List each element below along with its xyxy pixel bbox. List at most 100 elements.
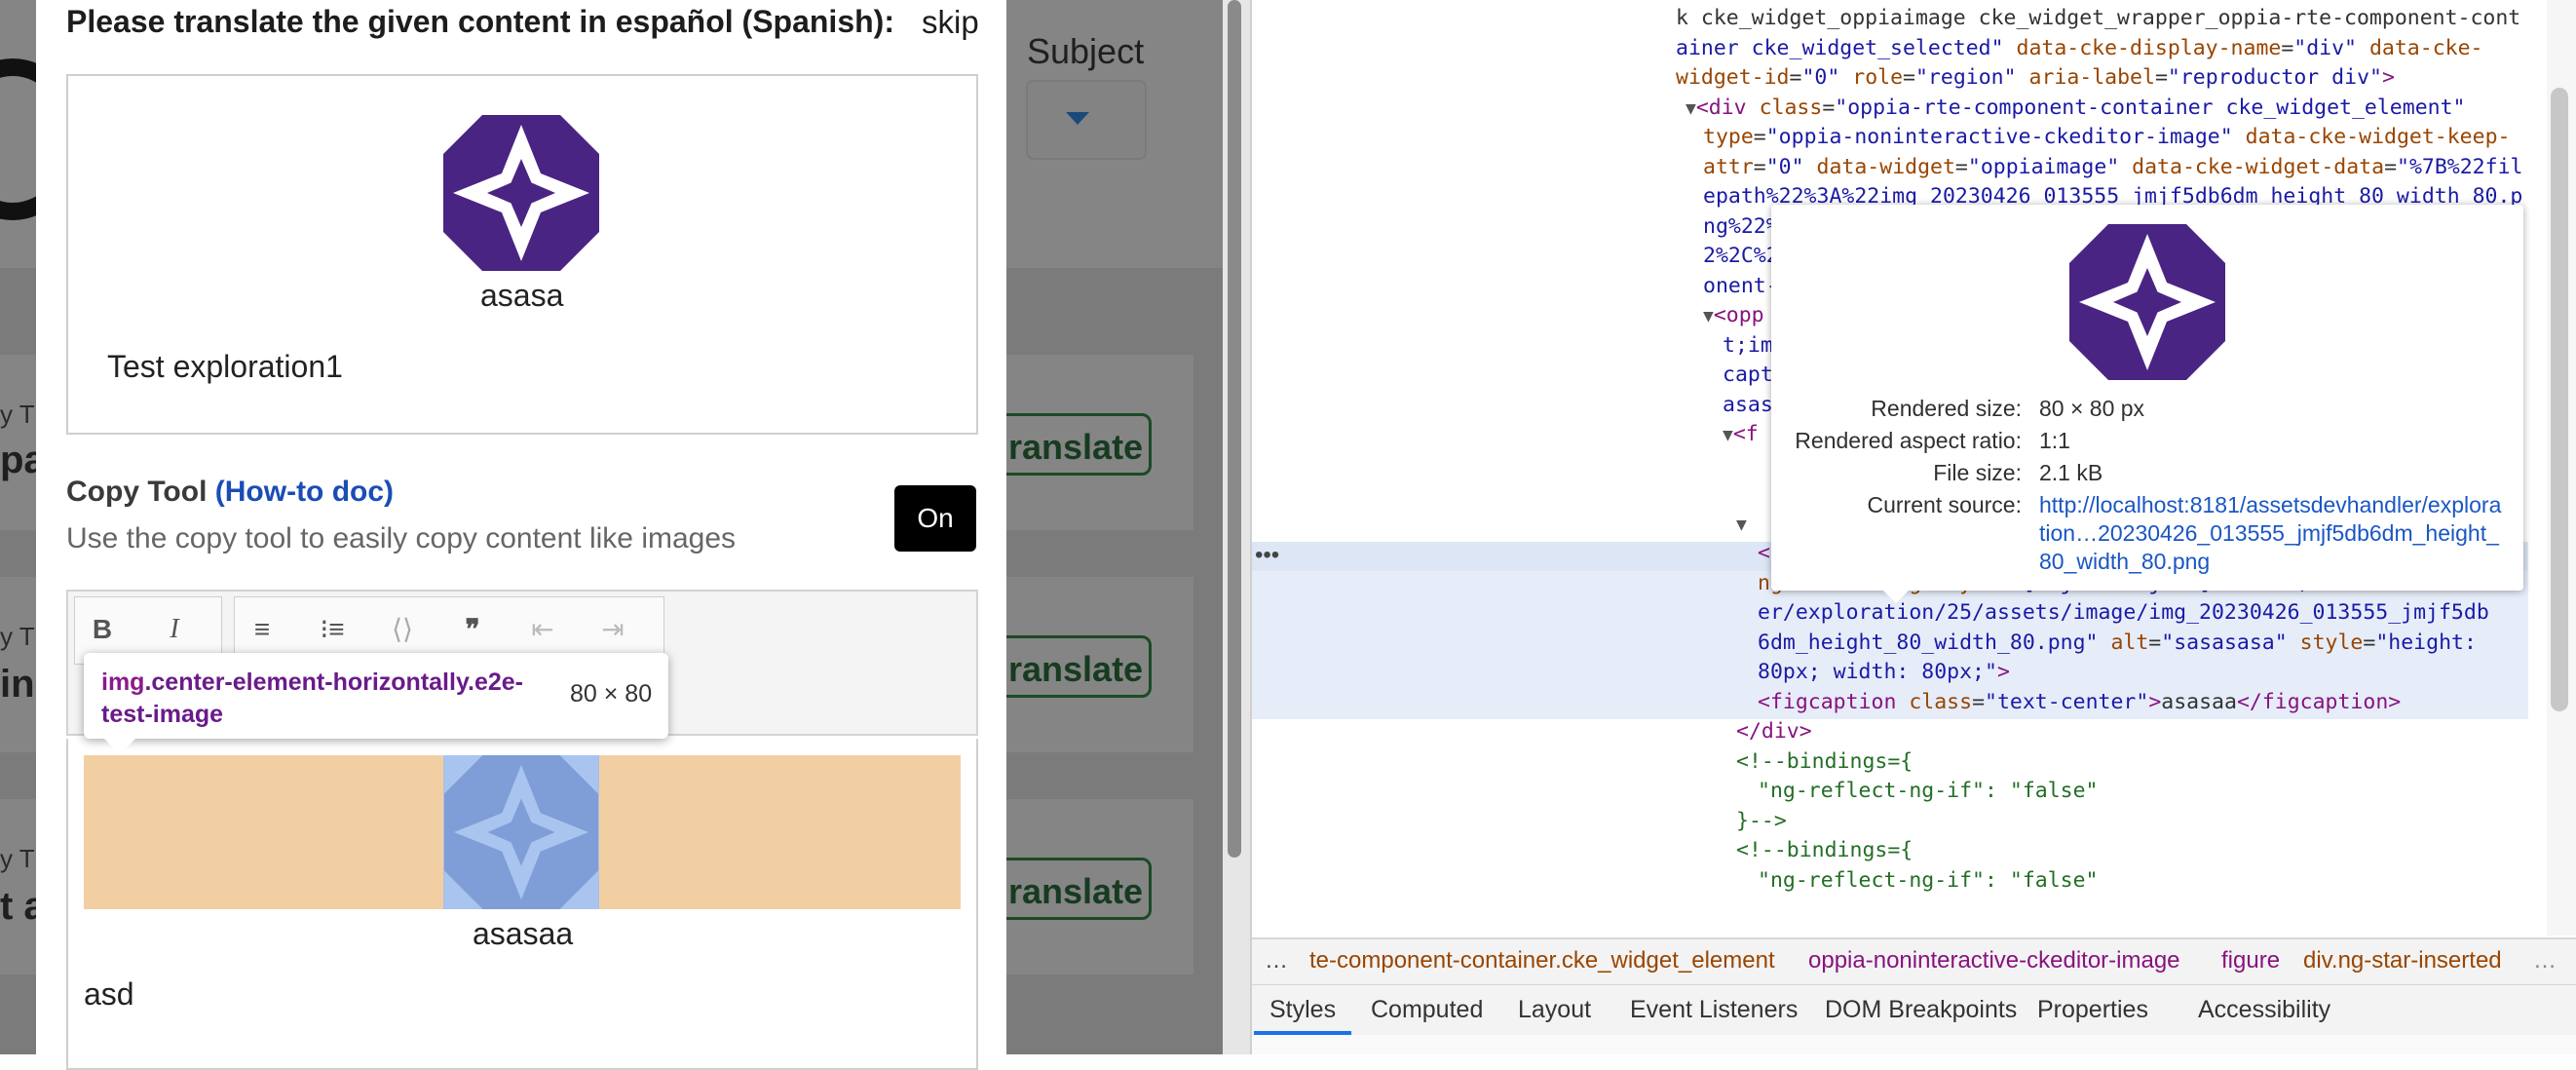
dom-tree-line[interactable]: 6dm_height_80_width_80.png" alt="sasasas… [1758, 629, 2477, 659]
tooltip-arrow [102, 737, 137, 754]
dom-token: 6dm_height_80_width_80.png" [1758, 630, 2099, 655]
dom-token: role [1852, 65, 1904, 90]
dom-token: = [1822, 95, 1836, 120]
dom-tree-line[interactable]: 80px; width: 80px;"> [1758, 658, 2010, 688]
tooltip-tag: img [101, 669, 145, 696]
dom-token: "region" [1914, 65, 2017, 90]
breadcrumb-item[interactable]: div.ng-star-inserted [2303, 947, 2502, 974]
dom-tree-line[interactable]: 2%2C%2 [1703, 242, 1779, 272]
dom-tree-line[interactable]: ainer cke_widget_selected" data-cke-disp… [1676, 34, 2482, 64]
editor-text: asd [84, 976, 134, 1012]
breadcrumb-item[interactable]: figure [2221, 947, 2280, 974]
dom-token: "sasasasa" [2161, 630, 2288, 655]
dom-token: class [1759, 95, 1823, 120]
more-icon[interactable]: ••• [1255, 542, 1279, 569]
tab-event-listeners[interactable]: Event Listeners [1630, 996, 1798, 1024]
aspect-ratio-value: 1:1 [2039, 428, 2070, 453]
dom-tree-line[interactable]: <!--bindings={ [1736, 747, 1913, 778]
dom-token: "0" [1801, 65, 1840, 90]
dom-tree-line[interactable]: attr="0" data-widget="oppiaimage" data-c… [1703, 153, 2522, 183]
dom-token: > [2381, 65, 2395, 90]
dom-token: = [2148, 630, 2162, 655]
dom-tree-line[interactable]: ▼<opp [1703, 301, 1764, 332]
star-pattern-icon [443, 115, 599, 271]
dom-token [1896, 690, 1909, 714]
dom-tree-line[interactable]: }--> [1736, 807, 1787, 837]
dom-tree-line[interactable]: "ng-reflect-ng-if": "false" [1758, 777, 2099, 807]
dom-token [1839, 65, 1852, 90]
dom-tree-line[interactable]: t;im [1723, 331, 1773, 362]
dom-token: "ng-reflect-ng-if": "false" [1758, 867, 2099, 893]
dom-tree-line[interactable]: type="oppia-noninteractive-ckeditor-imag… [1703, 123, 2510, 153]
dom-token: k cke_widget_oppiaimage cke_widget_wrapp… [1676, 6, 2521, 30]
card-subtitle: y T [0, 844, 35, 873]
dom-token: </div> [1736, 719, 1812, 744]
dom-token [2119, 155, 2132, 179]
popup-arrow [1880, 588, 1912, 603]
dom-token: </figcaption> [2236, 689, 2402, 714]
dom-token: data-widget [1816, 154, 1955, 179]
dom-token: = [1972, 689, 1986, 714]
modal-title: Please translate the given content in es… [66, 4, 894, 39]
breadcrumb-item[interactable]: oppia-noninteractive-ckeditor-image [1808, 947, 2180, 974]
dom-token: ainer cke_widget_selected" [1676, 35, 2004, 60]
dom-token: = [2154, 65, 2168, 90]
skip-link[interactable]: skip [922, 4, 979, 41]
tab-computed[interactable]: Computed [1371, 996, 1483, 1024]
dom-token [2004, 36, 2017, 60]
dom-token: capt [1723, 363, 1773, 387]
translate-button[interactable]: ranslate [996, 413, 1152, 476]
dom-tree-line[interactable]: widget-id="0" role="region" aria-label="… [1676, 63, 2395, 94]
dom-tree-line[interactable]: k cke_widget_oppiaimage cke_widget_wrapp… [1676, 4, 2520, 34]
dom-tree-line[interactable]: er/exploration/25/assets/image/img_20230… [1758, 598, 2489, 629]
dom-token: "height: [2375, 630, 2477, 655]
tab-properties[interactable]: Properties [2037, 996, 2148, 1024]
dom-token: = [2281, 35, 2294, 60]
dom-tree-line[interactable]: capt [1723, 361, 1773, 391]
dom-tree-line[interactable]: onent- [1703, 272, 1779, 302]
dom-token: > [1996, 660, 2010, 684]
tab-dom-breakpoints[interactable]: DOM Breakpoints [1825, 996, 2017, 1024]
translate-button[interactable]: ranslate [996, 858, 1152, 920]
devtools-scrollbar-thumb[interactable] [2551, 88, 2568, 711]
dom-token: attr [1703, 154, 1754, 179]
subject-label: Subject [1027, 31, 1145, 71]
tab-accessibility[interactable]: Accessibility [2198, 996, 2330, 1024]
dom-token: <div [1695, 95, 1747, 120]
dom-token [2288, 631, 2300, 655]
page-scrollbar-thumb[interactable] [1228, 0, 1241, 858]
dom-token: = [2363, 630, 2376, 655]
dom-tree-line[interactable]: ng%22% [1703, 212, 1779, 243]
dom-token: onent- [1703, 273, 1779, 298]
dom-tree-line[interactable]: <!--bindings={ [1736, 836, 1913, 866]
translate-button[interactable]: ranslate [996, 635, 1152, 698]
dom-tree-line[interactable]: </div> [1736, 717, 1812, 747]
how-to-doc-link[interactable]: (How-to doc) [215, 476, 394, 508]
breadcrumb-item[interactable]: te-component-container.cke_widget_elemen… [1309, 947, 1775, 974]
editor-image[interactable] [443, 755, 599, 909]
tooltip-size: 80 × 80 [570, 680, 653, 707]
dom-token: <opp [1713, 303, 1764, 327]
dom-tree-line[interactable]: <figcaption class="text-center">asasaa</… [1758, 688, 2401, 718]
dom-token: data-cke-widget-keep- [2245, 125, 2511, 149]
dom-token: t;im [1723, 332, 1773, 358]
dom-token: widget-id [1676, 65, 1790, 90]
dom-token: ▼ [1686, 97, 1696, 119]
dom-token: type [1703, 125, 1754, 149]
current-source-link[interactable]: http://localhost:8181/assetsdevhandler/e… [2039, 491, 2507, 576]
breadcrumb-overflow-icon[interactable]: … [2533, 947, 2557, 974]
tab-styles[interactable]: Styles [1269, 996, 1336, 1024]
copy-tool-description: Use the copy tool to easily copy content… [66, 522, 737, 554]
dom-token: data-cke-display-name [2016, 35, 2282, 60]
tab-layout[interactable]: Layout [1518, 996, 1591, 1024]
dom-tree-line[interactable]: "ng-reflect-ng-if": "false" [1758, 866, 2099, 897]
dom-token: <!--bindings={ [1736, 748, 1913, 774]
dom-token: ng%22% [1703, 213, 1779, 239]
dom-tree-line[interactable]: ▼<div class="oppia-rte-component-contain… [1686, 94, 2465, 125]
dom-token: "oppia-rte-component-container cke_widge… [1835, 95, 2466, 120]
file-size-value: 2.1 kB [2039, 460, 2103, 485]
breadcrumb-overflow-icon[interactable]: … [1265, 947, 1288, 974]
dom-token: "reproductor div" [2167, 65, 2382, 90]
copy-tool-toggle[interactable]: On [894, 485, 976, 552]
dom-token [1804, 155, 1817, 179]
